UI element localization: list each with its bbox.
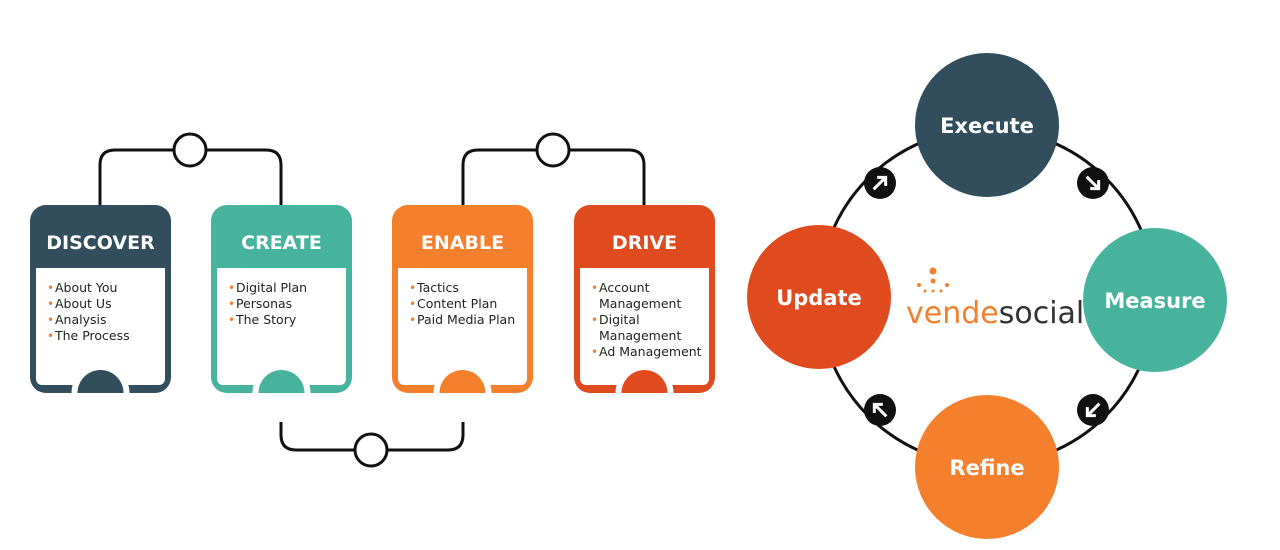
bullet-icon: • — [47, 297, 54, 311]
cycle-label: Measure — [1104, 289, 1205, 313]
diagram: DISCOVER• About You• About Us• Analysis• The… — [30, 53, 1227, 539]
bullet-icon: • — [591, 345, 598, 359]
bullet-icon: • — [47, 313, 54, 327]
bullet-icon: • — [409, 281, 416, 295]
card-panel-top — [217, 268, 346, 276]
cycle-label: Execute — [940, 114, 1034, 138]
card-title: DRIVE — [612, 232, 677, 254]
card-item: About You — [55, 280, 117, 295]
card-drive: DRIVE• AccountManagement• DigitalManagemen… — [574, 205, 715, 422]
card-enable: ENABLE• Tactics• Content Plan• Paid Media P… — [392, 205, 533, 422]
arrow-up-right-icon — [864, 167, 896, 199]
card-item: Content Plan — [417, 296, 497, 311]
connectors — [98, 132, 646, 468]
card-discover: DISCOVER• About You• About Us• Analysis• The… — [30, 205, 171, 422]
bullet-icon: • — [228, 297, 235, 311]
card-title: ENABLE — [421, 232, 504, 254]
bullet-icon: • — [228, 313, 235, 327]
bullet-icon: • — [409, 313, 416, 327]
cycle-step-refine: Refine — [915, 395, 1059, 539]
connector-node — [535, 132, 571, 168]
card-panel-top — [580, 268, 709, 276]
vendesocial-logo: vendesocial — [906, 267, 1084, 331]
bullet-icon: • — [47, 281, 54, 295]
cycle-step-execute: Execute — [915, 53, 1059, 197]
card-item: The Process — [54, 328, 130, 343]
cycle-label: Update — [776, 286, 862, 310]
bullet-icon: • — [591, 281, 598, 295]
cycle-label: Refine — [949, 456, 1024, 480]
arrow-up-left-icon — [864, 394, 896, 426]
cycle-step-measure: Measure — [1083, 228, 1227, 372]
card-item: Management — [599, 296, 681, 311]
bullet-icon: • — [228, 281, 235, 295]
card-item: The Story — [235, 312, 297, 327]
connector-node — [353, 432, 389, 468]
arrow-down-left-icon — [1077, 394, 1109, 426]
card-title: DISCOVER — [46, 232, 155, 254]
bullet-icon: • — [47, 329, 54, 343]
card-item: Account — [599, 280, 650, 295]
bullet-icon: • — [591, 313, 598, 327]
card-item: Personas — [236, 296, 292, 311]
card-item: About Us — [55, 296, 112, 311]
arrow-down-right-icon — [1077, 167, 1109, 199]
card-panel-top — [398, 268, 527, 276]
card-item: Ad Management — [599, 344, 702, 359]
card-create: CREATE• Digital Plan• Personas• The Story — [211, 205, 352, 422]
card-panel-top — [36, 268, 165, 276]
card-title: CREATE — [241, 232, 322, 254]
bullet-icon: • — [409, 297, 416, 311]
card-item: Digital Plan — [236, 280, 307, 295]
process-cards: DISCOVER• About You• About Us• Analysis• The… — [30, 205, 715, 422]
card-item: Paid Media Plan — [417, 312, 515, 327]
card-item: Tactics — [416, 280, 459, 295]
logo-text: vendesocial — [906, 296, 1084, 331]
cycle-step-update: Update — [747, 225, 891, 369]
connector-node — [172, 132, 208, 168]
card-item: Management — [599, 328, 681, 343]
card-item: Digital — [599, 312, 640, 327]
card-item: Analysis — [55, 312, 107, 327]
